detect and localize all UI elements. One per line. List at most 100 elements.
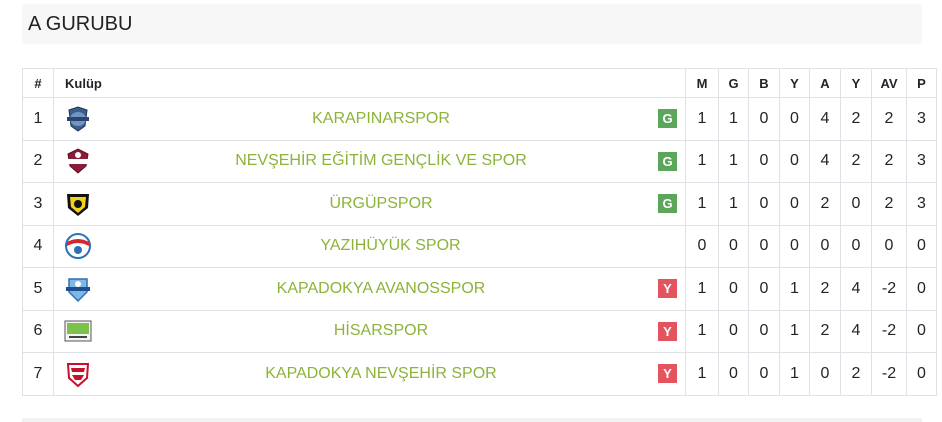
yazihuyuk-logo-icon bbox=[65, 233, 91, 260]
goals-for-cell: 0 bbox=[809, 224, 841, 268]
drawn-cell: 0 bbox=[748, 309, 780, 353]
form-badge-win: G bbox=[658, 194, 677, 214]
rank-cell: 4 bbox=[22, 224, 54, 268]
goal-diff-cell: 2 bbox=[871, 139, 907, 183]
drawn-cell: 0 bbox=[748, 182, 780, 226]
drawn-cell: 0 bbox=[748, 267, 780, 311]
header-won: G bbox=[718, 68, 749, 98]
goals-for-cell: 4 bbox=[809, 139, 841, 183]
club-link[interactable]: KAPADOKYA AVANOSSPOR bbox=[104, 280, 658, 298]
won-cell: 0 bbox=[718, 352, 749, 396]
club-link[interactable]: YAZIHÜYÜK SPOR bbox=[104, 237, 677, 255]
rank-cell: 5 bbox=[22, 267, 54, 311]
header-lost: Y bbox=[779, 68, 810, 98]
header-goals-for: A bbox=[809, 68, 841, 98]
goals-against-cell: 2 bbox=[840, 139, 872, 183]
form-badge-win: G bbox=[658, 151, 677, 171]
club-link[interactable]: KAPADOKYA NEVŞEHİR SPOR bbox=[104, 365, 658, 383]
goals-against-cell: 0 bbox=[840, 182, 872, 226]
form-badge-loss: Y bbox=[658, 279, 677, 299]
section-divider bbox=[22, 418, 922, 422]
points-cell: 3 bbox=[906, 97, 937, 141]
table-row: 3 ÜRGÜPSPOR G 1 1 0 0 2 0 2 3 bbox=[22, 182, 937, 226]
header-rank: # bbox=[22, 68, 54, 98]
goals-for-cell: 2 bbox=[809, 182, 841, 226]
goals-for-cell: 4 bbox=[809, 97, 841, 141]
lost-cell: 0 bbox=[779, 224, 810, 268]
goal-diff-cell: -2 bbox=[871, 309, 907, 353]
goal-diff-cell: -2 bbox=[871, 352, 907, 396]
won-cell: 0 bbox=[718, 224, 749, 268]
goals-for-cell: 2 bbox=[809, 309, 841, 353]
lost-cell: 0 bbox=[779, 97, 810, 141]
club-cell: ÜRGÜPSPOR G bbox=[53, 182, 686, 226]
header-goals-against: Y bbox=[840, 68, 872, 98]
lost-cell: 1 bbox=[779, 267, 810, 311]
club-link[interactable]: KARAPINARSPOR bbox=[104, 110, 658, 128]
table-header-row: # Kulüp M G B Y A Y AV P bbox=[22, 68, 937, 98]
table-row: 4 YAZIHÜYÜK SPOR 0 0 0 0 0 0 0 0 bbox=[22, 224, 937, 268]
form-badge-loss: Y bbox=[658, 364, 677, 384]
nevsehir-egitim-logo-icon bbox=[67, 148, 89, 174]
won-cell: 1 bbox=[718, 139, 749, 183]
standings-table: # Kulüp M G B Y A Y AV P 1 KARAPINARSPOR… bbox=[22, 68, 937, 396]
goal-diff-cell: 2 bbox=[871, 182, 907, 226]
won-cell: 0 bbox=[718, 267, 749, 311]
group-title-text: A GURUBU bbox=[28, 12, 133, 35]
goal-diff-cell: 2 bbox=[871, 97, 907, 141]
form-badge-win: G bbox=[658, 109, 677, 129]
won-cell: 1 bbox=[718, 182, 749, 226]
goals-against-cell: 2 bbox=[840, 352, 872, 396]
table-row: 6 HİSARSPOR Y 1 0 0 1 2 4 -2 0 bbox=[22, 309, 937, 353]
club-cell: KAPADOKYA AVANOSSPOR Y bbox=[53, 267, 686, 311]
goal-diff-cell: -2 bbox=[871, 267, 907, 311]
won-cell: 0 bbox=[718, 309, 749, 353]
drawn-cell: 0 bbox=[748, 97, 780, 141]
lost-cell: 1 bbox=[779, 309, 810, 353]
club-cell: KARAPINARSPOR G bbox=[53, 97, 686, 141]
rank-cell: 2 bbox=[22, 139, 54, 183]
goals-against-cell: 2 bbox=[840, 97, 872, 141]
urgupspor-logo-icon bbox=[67, 193, 89, 216]
header-points: P bbox=[906, 68, 937, 98]
points-cell: 0 bbox=[906, 309, 937, 353]
avanosspor-logo-icon bbox=[66, 278, 90, 302]
points-cell: 3 bbox=[906, 182, 937, 226]
table-row: 7 KAPADOKYA NEVŞEHİR SPOR Y 1 0 0 1 0 2 … bbox=[22, 352, 937, 396]
goals-for-cell: 2 bbox=[809, 267, 841, 311]
played-cell: 1 bbox=[685, 267, 719, 311]
points-cell: 0 bbox=[906, 352, 937, 396]
table-row: 5 KAPADOKYA AVANOSSPOR Y 1 0 0 1 2 4 -2 bbox=[22, 267, 937, 311]
played-cell: 1 bbox=[685, 352, 719, 396]
club-link[interactable]: NEVŞEHİR EĞİTİM GENÇLİK VE SPOR bbox=[104, 152, 658, 170]
rank-cell: 6 bbox=[22, 309, 54, 353]
club-cell: KAPADOKYA NEVŞEHİR SPOR Y bbox=[53, 352, 686, 396]
kapadokya-nevsehir-logo-icon bbox=[66, 362, 90, 388]
table-row: 1 KARAPINARSPOR G 1 1 0 0 4 2 2 3 bbox=[22, 97, 937, 141]
lost-cell: 0 bbox=[779, 182, 810, 226]
drawn-cell: 0 bbox=[748, 352, 780, 396]
rank-cell: 7 bbox=[22, 352, 54, 396]
points-cell: 3 bbox=[906, 139, 937, 183]
played-cell: 1 bbox=[685, 182, 719, 226]
club-link[interactable]: HİSARSPOR bbox=[104, 322, 658, 340]
header-goal-diff: AV bbox=[871, 68, 907, 98]
table-row: 2 NEVŞEHİR EĞİTİM GENÇLİK VE SPOR G 1 1 … bbox=[22, 139, 937, 183]
header-drawn: B bbox=[748, 68, 780, 98]
form-badge-loss: Y bbox=[658, 321, 677, 341]
goals-for-cell: 0 bbox=[809, 352, 841, 396]
header-club: Kulüp bbox=[53, 68, 686, 98]
points-cell: 0 bbox=[906, 224, 937, 268]
club-cell: YAZIHÜYÜK SPOR bbox=[53, 224, 686, 268]
club-cell: NEVŞEHİR EĞİTİM GENÇLİK VE SPOR G bbox=[53, 139, 686, 183]
group-title: A GURUBU bbox=[22, 4, 922, 44]
drawn-cell: 0 bbox=[748, 224, 780, 268]
played-cell: 1 bbox=[685, 97, 719, 141]
header-played: M bbox=[685, 68, 719, 98]
hisarspor-logo-icon bbox=[64, 320, 92, 342]
points-cell: 0 bbox=[906, 267, 937, 311]
rank-cell: 1 bbox=[22, 97, 54, 141]
played-cell: 0 bbox=[685, 224, 719, 268]
goals-against-cell: 0 bbox=[840, 224, 872, 268]
club-link[interactable]: ÜRGÜPSPOR bbox=[104, 195, 658, 213]
